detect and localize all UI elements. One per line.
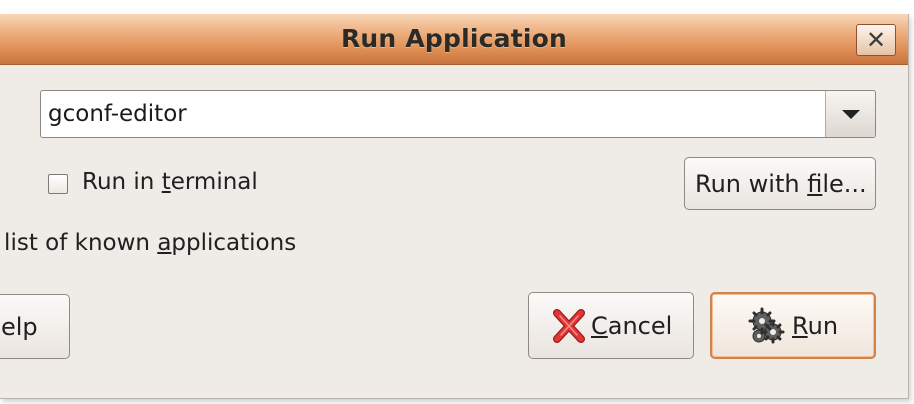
chevron-down-icon (842, 110, 860, 119)
known-applications-mnemonic: a (157, 230, 172, 256)
run-label: Run (792, 312, 838, 340)
help-label: elp (1, 313, 38, 341)
run-application-dialog: Run Application ✕ gconf-editor Run in te… (0, 14, 909, 399)
command-combo-box[interactable]: gconf-editor (40, 90, 876, 138)
command-input[interactable]: gconf-editor (48, 101, 187, 127)
run-with-file-label: Run with file... (695, 170, 867, 198)
cancel-mnemonic: C (591, 312, 608, 340)
run-with-file-label-suffix: ile... (822, 170, 867, 198)
run-in-terminal-label-suffix: erminal (170, 169, 258, 195)
help-button[interactable]: elp (0, 294, 70, 359)
known-applications-label-suffix: pplications (171, 230, 297, 256)
cancel-x-icon (553, 309, 585, 343)
run-with-file-button[interactable]: Run with file... (684, 157, 876, 210)
run-in-terminal-label-prefix: Run in (82, 169, 162, 195)
title-bar[interactable]: Run Application ✕ (0, 14, 908, 65)
close-button[interactable]: ✕ (856, 24, 896, 56)
run-in-terminal-checkbox[interactable] (48, 174, 68, 194)
run-mnemonic: R (792, 312, 808, 340)
cancel-label-suffix: ancel (607, 312, 673, 340)
run-in-terminal-label[interactable]: Run in terminal (82, 169, 258, 195)
gears-icon (748, 307, 785, 344)
run-button[interactable]: Run (710, 292, 876, 359)
known-applications-expander[interactable]: / list of known applications (0, 230, 296, 256)
run-with-file-label-prefix: Run with (695, 170, 808, 198)
known-applications-label-prefix: / list of known (0, 230, 158, 256)
command-dropdown-button[interactable] (825, 91, 875, 137)
close-icon: ✕ (865, 26, 887, 54)
cancel-button[interactable]: Cancel (528, 292, 694, 359)
run-in-terminal-mnemonic: t (161, 169, 171, 195)
run-label-suffix: un (807, 312, 839, 340)
dialog-title: Run Application (340, 24, 567, 53)
cancel-label: Cancel (591, 312, 672, 340)
run-with-file-mnemonic: f (807, 170, 823, 198)
